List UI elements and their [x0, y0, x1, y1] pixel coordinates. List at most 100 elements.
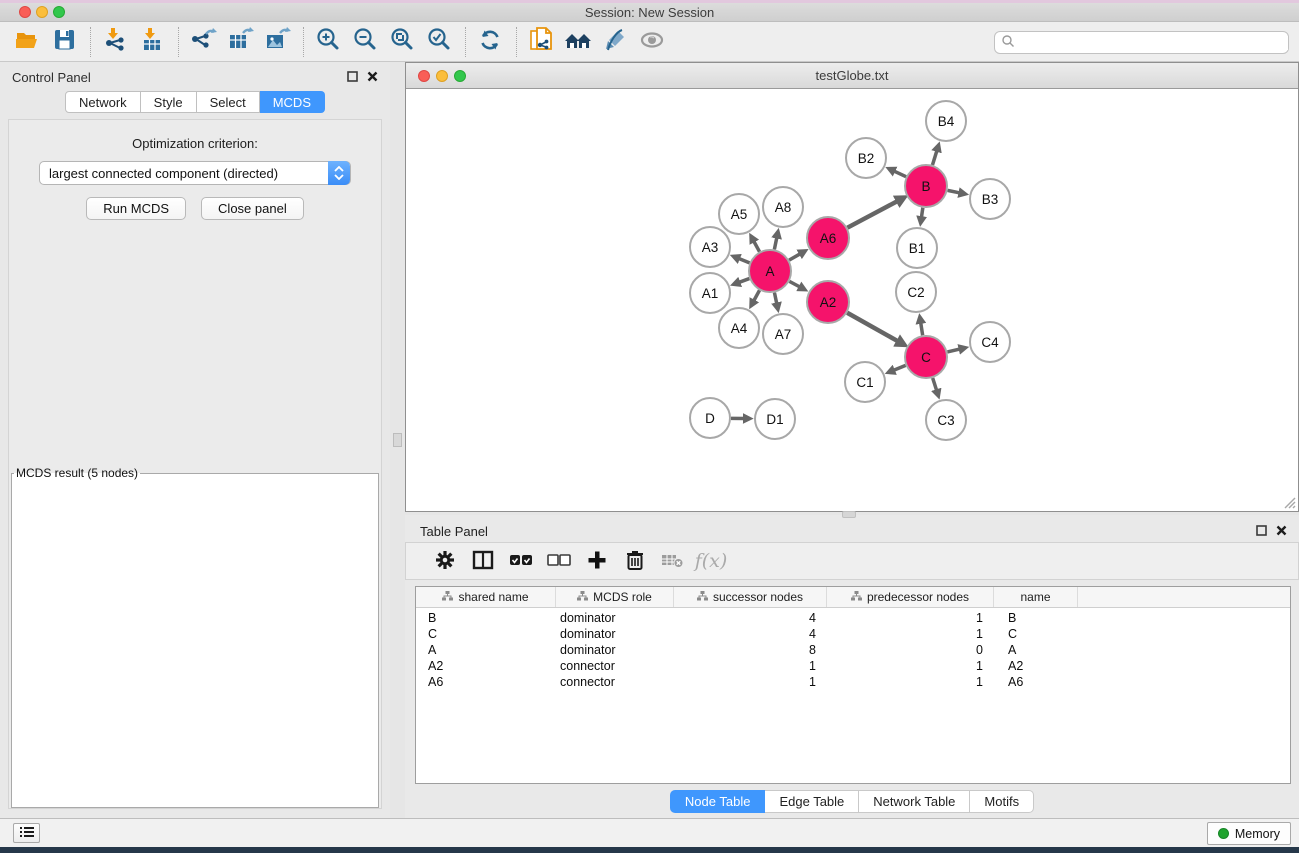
search-box[interactable] — [994, 31, 1289, 54]
function-builder-button[interactable]: f(x) — [692, 546, 730, 576]
export-table-button[interactable] — [225, 27, 255, 57]
edge-A-A7[interactable] — [774, 293, 776, 305]
edge-C-C1[interactable] — [893, 365, 906, 370]
edge-B-B3[interactable] — [948, 190, 961, 193]
tab-network[interactable]: Network — [65, 91, 141, 113]
memory-button[interactable]: Memory — [1207, 822, 1291, 845]
edge-C-C4[interactable] — [947, 349, 960, 352]
column-header-successor-nodes[interactable]: successor nodes — [674, 587, 827, 607]
node-A4[interactable]: A4 — [719, 308, 759, 348]
node-D1[interactable]: D1 — [755, 399, 795, 439]
trash-icon — [626, 550, 644, 573]
node-D[interactable]: D — [690, 398, 730, 438]
tab-mcds[interactable]: MCDS — [260, 91, 325, 113]
node-A6[interactable]: A6 — [807, 217, 849, 259]
table-row[interactable]: A2connector11A2 — [416, 658, 1290, 674]
tab-select[interactable]: Select — [197, 91, 260, 113]
tab-node-table[interactable]: Node Table — [670, 790, 766, 813]
edge-A-A4[interactable] — [753, 290, 759, 301]
table-options-button[interactable] — [426, 546, 464, 576]
optimization-criterion-label: Optimization criterion: — [132, 136, 258, 151]
run-mcds-button[interactable]: Run MCDS — [86, 197, 186, 220]
annotation-mode-button[interactable] — [600, 27, 630, 57]
export-image-button[interactable] — [262, 27, 292, 57]
node-C2[interactable]: C2 — [896, 272, 936, 312]
zoom-in-button[interactable] — [313, 27, 343, 57]
tab-edge-table[interactable]: Edge Table — [765, 790, 859, 813]
network-graph[interactable]: B4 B2 B B3 A8A5 A6 A3 B1 A C2 A1 A2 A4A7 C4 C C1 D D1 C3 — [406, 90, 1298, 511]
zoom-selected-button[interactable] — [424, 27, 454, 57]
edge-A-A8[interactable] — [774, 236, 777, 249]
table-row[interactable]: A6connector11A6 — [416, 674, 1290, 690]
node-C4[interactable]: C4 — [970, 322, 1010, 362]
zoom-out-button[interactable] — [350, 27, 380, 57]
close-panel-button[interactable]: Close panel — [201, 197, 304, 220]
import-network-button[interactable] — [100, 27, 130, 57]
import-table-button[interactable] — [137, 27, 167, 57]
column-header-predecessor-nodes[interactable]: predecessor nodes — [827, 587, 994, 607]
edge-B-B4[interactable] — [932, 150, 937, 165]
edge-B-B2[interactable] — [893, 171, 906, 177]
table-divider-handle[interactable] — [842, 511, 856, 518]
node-C1[interactable]: C1 — [845, 362, 885, 402]
deselect-all-button[interactable] — [540, 546, 578, 576]
node-A1[interactable]: A1 — [690, 273, 730, 313]
mcds-result-item[interactable]: A2 — [18, 481, 359, 482]
edge-C-C2[interactable] — [921, 322, 923, 336]
node-A8[interactable]: A8 — [763, 187, 803, 227]
export-network-button[interactable] — [188, 27, 218, 57]
edge-A-A5[interactable] — [753, 240, 759, 251]
close-table-panel-icon[interactable] — [1276, 524, 1287, 539]
float-panel-icon[interactable] — [347, 70, 358, 85]
refresh-button[interactable] — [475, 27, 505, 57]
task-history-button[interactable] — [13, 823, 40, 843]
edge-A2-C[interactable] — [847, 313, 899, 342]
node-A2[interactable]: A2 — [807, 281, 849, 323]
node-A[interactable]: A — [749, 250, 791, 292]
open-session-button[interactable] — [12, 27, 42, 57]
save-session-button[interactable] — [49, 27, 79, 57]
column-header-MCDS-role[interactable]: MCDS role — [556, 587, 674, 607]
edge-A-A2[interactable] — [789, 281, 800, 287]
show-graphics-details-button[interactable] — [637, 27, 667, 57]
edge-A-A3[interactable] — [738, 258, 750, 263]
tab-motifs[interactable]: Motifs — [970, 790, 1034, 813]
edge-A-A6[interactable] — [789, 253, 801, 260]
close-panel-icon[interactable] — [367, 70, 378, 85]
zoom-fit-button[interactable] — [387, 27, 417, 57]
node-A3[interactable]: A3 — [690, 227, 730, 267]
column-header-shared-name[interactable]: shared name — [416, 587, 556, 607]
node-B1[interactable]: B1 — [897, 228, 937, 268]
resize-grip-icon[interactable] — [1283, 496, 1296, 509]
edge-A6-B[interactable] — [847, 201, 898, 228]
node-B2[interactable]: B2 — [846, 138, 886, 178]
select-all-button[interactable] — [502, 546, 540, 576]
table-row[interactable]: Adominator80A — [416, 642, 1290, 658]
delete-table-button[interactable] — [654, 546, 692, 576]
tab-style[interactable]: Style — [141, 91, 197, 113]
node-C[interactable]: C — [905, 336, 947, 378]
tab-network-table[interactable]: Network Table — [859, 790, 970, 813]
edge-C-C3[interactable] — [933, 378, 937, 391]
criterion-dropdown[interactable]: largest connected component (directed) — [39, 161, 351, 185]
node-A5[interactable]: A5 — [719, 194, 759, 234]
edge-B-B1[interactable] — [921, 208, 923, 219]
node-B3[interactable]: B3 — [970, 179, 1010, 219]
table-row[interactable]: Bdominator41B — [416, 610, 1290, 626]
delete-column-button[interactable] — [616, 546, 654, 576]
column-header-name[interactable]: name — [994, 587, 1078, 607]
add-column-button[interactable] — [578, 546, 616, 576]
edge-A-A1[interactable] — [738, 279, 749, 283]
search-input[interactable] — [1019, 36, 1288, 50]
float-table-panel-icon[interactable] — [1256, 524, 1267, 539]
node-A7[interactable]: A7 — [763, 314, 803, 354]
new-network-file-button[interactable] — [526, 27, 556, 57]
home-button[interactable] — [563, 27, 593, 57]
node-B4[interactable]: B4 — [926, 101, 966, 141]
panel-divider-handle[interactable] — [393, 433, 402, 447]
show-columns-button[interactable] — [464, 546, 502, 576]
network-canvas[interactable]: B4 B2 B B3 A8A5 A6 A3 B1 A C2 A1 A2 A4A7 C4 C C1 D D1 C3 — [406, 90, 1298, 511]
node-B[interactable]: B — [905, 165, 947, 207]
table-row[interactable]: Cdominator41C — [416, 626, 1290, 642]
node-C3[interactable]: C3 — [926, 400, 966, 440]
